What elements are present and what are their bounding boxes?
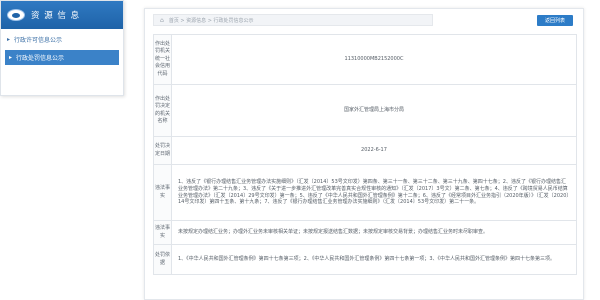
table-row: 作出处罚决定的机关名称 国家外汇管理局上海市分局 (153, 84, 577, 137)
back-to-list-button[interactable]: 返回列表 (537, 15, 573, 26)
row-label: 处罚依据 (153, 244, 172, 275)
row-label: 作出处罚决定的机关名称 (153, 84, 172, 137)
arrow-right-icon: ▸ (7, 36, 11, 43)
row-value: 11310000MB2152000C (171, 34, 577, 85)
row-label: 作出处罚机关统一社会信用代码 (153, 34, 172, 85)
sidebar: 资 源 信 息 ▸ 行政许可信息公示 ▸ 行政处罚信息公示 (0, 0, 124, 96)
home-icon[interactable]: ⌂ (160, 17, 164, 24)
sidebar-item-penalty-info[interactable]: ▸ 行政处罚信息公示 (5, 50, 119, 65)
row-label: 违法事实 (153, 164, 172, 221)
table-row: 处罚依据 1、《中华人民共和国外汇管理条例》第四十七条第三项；2、《中华人民共和… (153, 244, 577, 275)
row-value: 未按规定办理结汇业务；办理外汇业务未审核相关单证；未按规定报送结售汇数据；未按规… (171, 220, 577, 245)
row-value: 1、《中华人民共和国外汇管理条例》第四十七条第三项；2、《中华人民共和国外汇管理… (171, 244, 577, 275)
sidebar-header: 资 源 信 息 (1, 1, 123, 29)
table-row: 处罚决定日期 2022-6-17 (153, 136, 577, 165)
row-value: 国家外汇管理局上海市分局 (171, 84, 577, 137)
sidebar-item-license-info[interactable]: ▸ 行政许可信息公示 (1, 32, 123, 47)
sidebar-title: 资 源 信 息 (31, 11, 81, 21)
row-value: 1、违反了《银行办理结售汇业务管理办法实施细则》（汇发〔2014〕53号文印发）… (171, 164, 577, 221)
table-row: 作出处罚机关统一社会信用代码 11310000MB2152000C (153, 34, 577, 85)
row-value: 2022-6-17 (171, 136, 577, 165)
row-label: 违法事实 (153, 220, 172, 245)
detail-table: 作出处罚机关统一社会信用代码 11310000MB2152000C 作出处罚决定… (153, 34, 577, 275)
sidebar-item-label: 行政许可信息公示 (14, 37, 63, 44)
main-panel: ⌂ 首页 > 资源信息 > 行政处罚信息公示 返回列表 作出处罚机关统一社会信用… (144, 8, 584, 300)
row-label: 处罚决定日期 (153, 136, 172, 165)
breadcrumb: ⌂ 首页 > 资源信息 > 行政处罚信息公示 (153, 14, 433, 26)
sidebar-item-label: 行政处罚信息公示 (16, 55, 65, 62)
breadcrumb-text: 首页 > 资源信息 > 行政处罚信息公示 (168, 17, 254, 24)
arrow-right-icon: ▸ (9, 54, 13, 61)
table-row: 违法事实 未按规定办理结汇业务；办理外汇业务未审核相关单证；未按规定报送结售汇数… (153, 220, 577, 245)
table-row: 违法事实 1、违反了《银行办理结售汇业务管理办法实施细则》（汇发〔2014〕53… (153, 164, 577, 221)
logo-icon (7, 9, 25, 21)
